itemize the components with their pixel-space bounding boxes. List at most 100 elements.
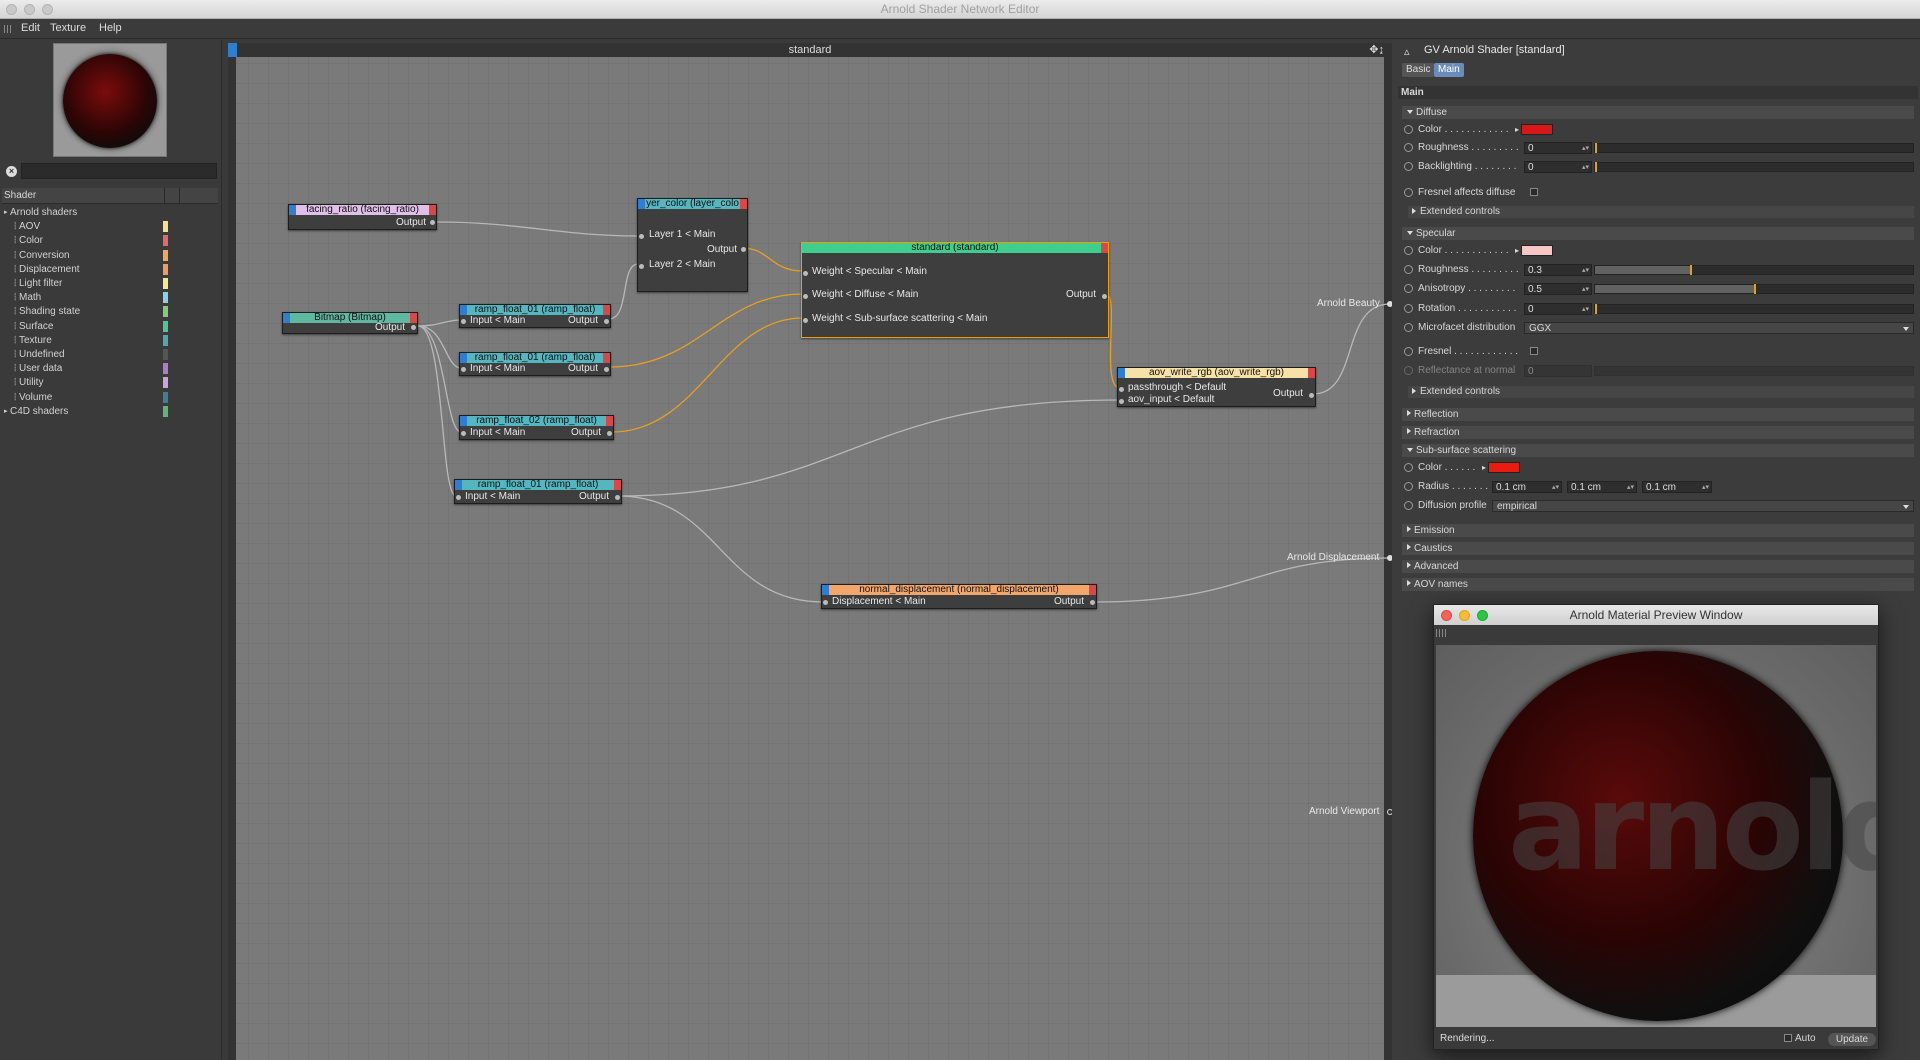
slider-handle[interactable] <box>1595 143 1597 153</box>
menu-help[interactable]: Help <box>99 22 122 34</box>
ramp-float-node-2[interactable]: ramp_float_01 (ramp_float) Input < Main … <box>459 352 611 376</box>
spinner-icon[interactable]: ▴▾ <box>1627 482 1634 493</box>
rotation-field[interactable]: 0 ▴▾ <box>1524 303 1592 315</box>
minimize-window-button[interactable] <box>1459 610 1470 621</box>
expand-arrow-icon[interactable]: ▸ <box>1515 244 1519 258</box>
ramp-float-node-4[interactable]: ramp_float_01 (ramp_float) Input < Main … <box>454 479 622 504</box>
grip-icon[interactable] <box>1436 629 1446 637</box>
aov-write-rgb-node[interactable]: aov_write_rgb (aov_write_rgb) passthroug… <box>1117 367 1316 407</box>
diffusion-profile-dropdown[interactable]: empirical <box>1492 500 1914 512</box>
input-socket[interactable] <box>461 431 466 436</box>
slider-handle[interactable] <box>1690 265 1693 275</box>
input-socket[interactable] <box>639 234 644 239</box>
standard-node[interactable]: standard (standard) Weight < Specular < … <box>801 242 1109 338</box>
keyframe-icon[interactable] <box>1404 284 1413 293</box>
input-socket[interactable] <box>823 600 828 605</box>
fresnel-diffuse-checkbox[interactable] <box>1530 188 1538 196</box>
output-socket[interactable] <box>1090 600 1095 605</box>
slider-handle[interactable] <box>1595 162 1597 172</box>
normal-displacement-node[interactable]: normal_displacement (normal_displacement… <box>821 584 1097 609</box>
zoom-window-button[interactable] <box>42 4 53 15</box>
diffuse-color-swatch[interactable] <box>1521 124 1553 135</box>
output-socket[interactable] <box>615 495 620 500</box>
section-caustics[interactable]: Caustics <box>1402 542 1914 555</box>
section-specular[interactable]: Specular <box>1402 227 1914 240</box>
keyframe-icon[interactable] <box>1404 482 1413 491</box>
node-header[interactable]: normal_displacement (normal_displacement… <box>822 585 1096 595</box>
output-socket[interactable] <box>1309 393 1314 398</box>
input-socket[interactable] <box>461 367 466 372</box>
expand-arrow-icon[interactable]: ▸ <box>1482 461 1486 475</box>
move-icon[interactable]: ✥↨ <box>1369 43 1384 57</box>
minimize-window-button[interactable] <box>24 4 35 15</box>
expand-arrow-icon[interactable]: ▸ <box>1515 123 1519 137</box>
keyframe-icon[interactable] <box>1404 323 1413 332</box>
search-input[interactable] <box>21 163 217 179</box>
node-header[interactable]: facing_ratio (facing_ratio) <box>289 205 436 215</box>
input-socket[interactable] <box>803 271 808 276</box>
tab-main[interactable]: Main <box>1434 63 1464 77</box>
output-socket[interactable] <box>604 367 609 372</box>
input-socket[interactable] <box>1119 399 1124 404</box>
keyframe-icon[interactable] <box>1404 188 1413 197</box>
backlighting-slider[interactable] <box>1594 162 1914 172</box>
anisotropy-slider[interactable] <box>1594 284 1914 294</box>
clear-search-icon[interactable]: × <box>6 166 17 177</box>
input-socket[interactable] <box>1119 387 1124 392</box>
keyframe-icon[interactable] <box>1404 463 1413 472</box>
zoom-window-button[interactable] <box>1477 610 1488 621</box>
sss-radius-y-field[interactable]: 0.1 cm ▴▾ <box>1567 481 1637 493</box>
diffuse-extended-controls[interactable]: Extended controls <box>1408 206 1914 218</box>
sss-radius-z-field[interactable]: 0.1 cm ▴▾ <box>1642 481 1712 493</box>
slider-handle[interactable] <box>1754 284 1756 294</box>
section-sss[interactable]: Sub-surface scattering <box>1402 444 1914 457</box>
input-socket[interactable] <box>803 294 808 299</box>
node-header[interactable]: standard (standard) <box>802 243 1108 253</box>
keyframe-icon[interactable] <box>1404 246 1413 255</box>
spinner-icon[interactable]: ▴▾ <box>1582 143 1589 154</box>
node-header[interactable]: aov_write_rgb (aov_write_rgb) <box>1118 368 1315 378</box>
spinner-icon[interactable]: ▴▾ <box>1582 304 1589 315</box>
sss-color-swatch[interactable] <box>1488 462 1520 473</box>
node-header[interactable]: ramp_float_01 (ramp_float) <box>455 480 621 490</box>
section-reflection[interactable]: Reflection <box>1402 408 1914 421</box>
tab-basic[interactable]: Basic <box>1402 63 1435 77</box>
spinner-icon[interactable]: ▴▾ <box>1702 482 1709 493</box>
specular-fresnel-checkbox[interactable] <box>1530 347 1538 355</box>
backlighting-field[interactable]: 0 ▴▾ <box>1524 161 1592 173</box>
sss-radius-x-field[interactable]: 0.1 cm ▴▾ <box>1492 481 1562 493</box>
spinner-icon[interactable]: ▴▾ <box>1582 162 1589 173</box>
output-socket[interactable] <box>1102 294 1107 299</box>
keyframe-icon[interactable] <box>1404 501 1413 510</box>
auto-toggle[interactable]: Auto <box>1784 1031 1816 1047</box>
ramp-float-node-3[interactable]: ramp_float_02 (ramp_float) Input < Main … <box>459 415 614 440</box>
output-socket[interactable] <box>430 220 435 225</box>
keyframe-icon[interactable] <box>1404 125 1413 134</box>
node-header[interactable]: yer_color (layer_colo <box>638 199 747 209</box>
grip-icon[interactable] <box>4 25 12 33</box>
rotation-slider[interactable] <box>1594 304 1914 314</box>
auto-checkbox[interactable] <box>1784 1034 1792 1042</box>
node-header[interactable]: ramp_float_02 (ramp_float) <box>460 416 613 426</box>
keyframe-icon[interactable] <box>1404 347 1413 356</box>
diffuse-roughness-slider[interactable] <box>1594 143 1914 153</box>
microfacet-dropdown[interactable]: GGX <box>1524 322 1914 334</box>
facing-ratio-node[interactable]: facing_ratio (facing_ratio) Output <box>288 204 437 230</box>
specular-roughness-field[interactable]: 0.3 ▴▾ <box>1524 264 1592 276</box>
output-socket[interactable] <box>741 247 746 252</box>
section-aov-names[interactable]: AOV names <box>1402 578 1914 591</box>
keyframe-icon[interactable] <box>1404 304 1413 313</box>
node-header[interactable]: ramp_float_01 (ramp_float) <box>460 353 610 363</box>
input-socket[interactable] <box>456 495 461 500</box>
keyframe-icon[interactable] <box>1404 162 1413 171</box>
output-socket[interactable] <box>604 319 609 324</box>
layer-color-node[interactable]: yer_color (layer_colo Layer 1 < Main Out… <box>637 198 748 292</box>
node-canvas[interactable] <box>228 43 1392 1060</box>
section-advanced[interactable]: Advanced <box>1402 560 1914 573</box>
anisotropy-field[interactable]: 0.5 ▴▾ <box>1524 283 1592 295</box>
input-socket[interactable] <box>803 318 808 323</box>
bitmap-node[interactable]: Bitmap (Bitmap) Output <box>282 312 418 334</box>
spinner-icon[interactable]: ▴▾ <box>1582 265 1589 276</box>
specular-color-swatch[interactable] <box>1521 245 1553 256</box>
section-diffuse[interactable]: Diffuse <box>1402 106 1914 119</box>
